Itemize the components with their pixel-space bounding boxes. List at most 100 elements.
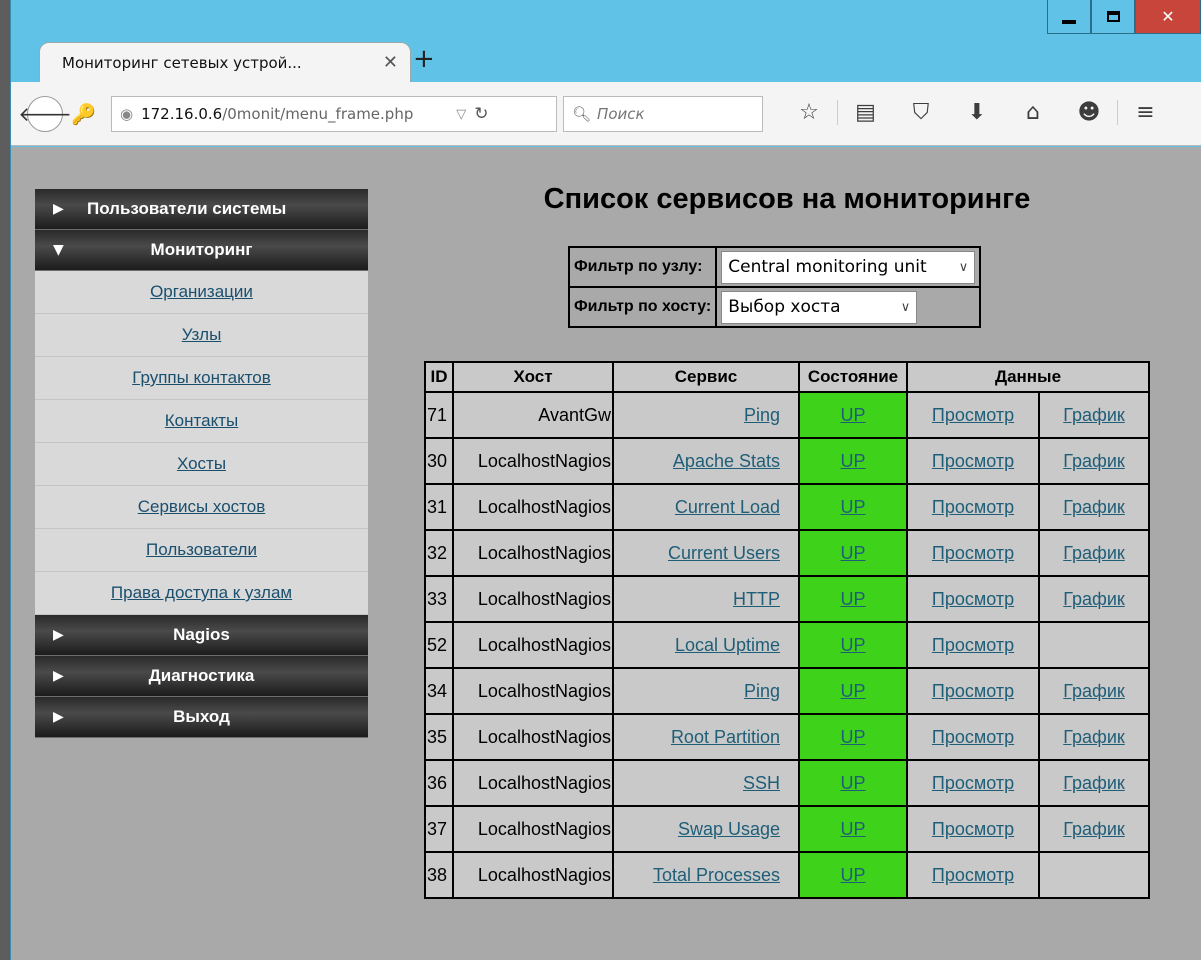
url-dropdown-icon[interactable]: ▽ [456,107,466,122]
view-link[interactable]: Просмотр [932,451,1014,471]
sidebar-section-system-users[interactable]: ▶ Пользователи системы [35,189,368,230]
cell-view: Просмотр [906,391,1040,439]
view-link[interactable]: Просмотр [932,543,1014,563]
graph-link[interactable]: График [1063,589,1125,609]
sidebar-link[interactable]: Сервисы хостов [138,497,266,517]
view-link[interactable]: Просмотр [932,727,1014,747]
state-link[interactable]: UP [840,451,865,471]
view-link[interactable]: Просмотр [932,865,1014,885]
state-link[interactable]: UP [840,589,865,609]
host-filter-select[interactable]: Выбор хоста ∨ [721,290,918,324]
service-link[interactable]: HTTP [733,589,780,609]
graph-link[interactable]: График [1063,497,1125,517]
sidebar-link[interactable]: Группы контактов [132,368,271,388]
service-link[interactable]: Current Load [675,497,780,517]
state-link[interactable]: UP [840,405,865,425]
sidebar-section-nagios[interactable]: ▶ Nagios [35,615,368,656]
service-link[interactable]: Apache Stats [673,451,780,471]
service-link[interactable]: Local Uptime [675,635,780,655]
node-filter-select[interactable]: Central monitoring unit ∨ [721,250,976,284]
view-link[interactable]: Просмотр [932,635,1014,655]
cell-state: UP [798,575,908,623]
star-icon[interactable]: ☆ [781,100,837,125]
service-link[interactable]: Ping [744,681,780,701]
service-link[interactable]: SSH [743,773,780,793]
close-icon: ✕ [1161,7,1175,26]
graph-link[interactable]: График [1063,773,1125,793]
menu-icon[interactable]: ≡ [1117,100,1173,125]
state-link[interactable]: UP [840,727,865,747]
state-link[interactable]: UP [840,497,865,517]
cell-service: SSH [612,759,800,807]
reload-icon[interactable]: ↻ [474,104,488,124]
sidebar-section-label: Выход [173,707,230,726]
sidebar-link[interactable]: Контакты [165,411,238,431]
sidebar-link[interactable]: Права доступа к узлам [111,583,292,603]
table-header-row: ID Хост Сервис Состояние Данные [424,361,1150,393]
reader-icon[interactable]: ▤ [837,100,893,125]
maximize-button[interactable] [1091,0,1135,34]
state-link[interactable]: UP [840,543,865,563]
cell-host: LocalhostNagios [452,529,614,577]
pocket-icon[interactable]: ⛉ [893,100,949,125]
cell-id: 52 [424,621,454,669]
view-link[interactable]: Просмотр [932,819,1014,839]
search-input[interactable] [597,105,748,123]
collapsed-triangle-icon: ▶ [53,201,64,217]
service-link[interactable]: Ping [744,405,780,425]
cell-view: Просмотр [906,437,1040,485]
back-arrow-icon: 🡐 [18,102,72,126]
home-icon[interactable]: ⌂ [1005,100,1061,125]
sidebar-section-label: Диагностика [148,666,255,685]
sidebar-section-monitoring[interactable]: ▼ Мониторинг [35,230,368,271]
tab-monitoring[interactable]: Мониторинг сетевых устрой... ✕ [39,42,411,82]
view-link[interactable]: Просмотр [932,497,1014,517]
view-link[interactable]: Просмотр [932,589,1014,609]
search-bar[interactable]: 🔍︎ [563,96,763,132]
node-filter-label: Фильтр по узлу: [567,246,718,288]
new-tab-button[interactable]: + [413,44,435,74]
chevron-down-icon: ∨ [900,299,911,315]
sidebar-link[interactable]: Пользователи [146,540,257,560]
service-link[interactable]: Total Processes [653,865,780,885]
state-link[interactable]: UP [840,819,865,839]
url-bar[interactable]: ◉ 172.16.0.6 /0monit/menu_frame.php ▽ ↻ [111,96,557,132]
service-link[interactable]: Current Users [668,543,780,563]
graph-link[interactable]: График [1063,543,1125,563]
view-link[interactable]: Просмотр [932,681,1014,701]
minimize-button[interactable] [1047,0,1091,34]
sidebar-section-logout[interactable]: ▶ Выход [35,697,368,738]
service-link[interactable]: Root Partition [671,727,780,747]
download-icon[interactable]: ⬇ [949,100,1005,125]
back-button[interactable]: 🡐 [18,96,72,132]
sidebar-section-label: Мониторинг [150,240,253,259]
cell-state: UP [798,759,908,807]
sidebar-link[interactable]: Организации [150,282,253,302]
view-link[interactable]: Просмотр [932,773,1014,793]
url-host: 172.16.0.6 [141,105,223,123]
state-link[interactable]: UP [840,681,865,701]
sidebar-link[interactable]: Хосты [177,454,226,474]
state-link[interactable]: UP [840,635,865,655]
cell-graph [1038,621,1150,669]
key-icon[interactable]: 🔑 [71,102,96,126]
chat-icon[interactable]: ☻ [1061,100,1117,125]
close-window-button[interactable]: ✕ [1135,0,1201,34]
graph-link[interactable]: График [1063,451,1125,471]
graph-link[interactable]: График [1063,405,1125,425]
cell-state: UP [798,667,908,715]
tab-close-icon[interactable]: ✕ [383,52,398,73]
state-link[interactable]: UP [840,773,865,793]
graph-link[interactable]: График [1063,727,1125,747]
graph-link[interactable]: График [1063,819,1125,839]
cell-view: Просмотр [906,667,1040,715]
service-link[interactable]: Swap Usage [678,819,780,839]
graph-link[interactable]: График [1063,681,1125,701]
column-header-state: Состояние [798,361,908,393]
sidebar-link[interactable]: Узлы [182,325,222,345]
state-link[interactable]: UP [840,865,865,885]
filter-panel: Фильтр по узлу: Central monitoring unit … [567,246,982,328]
sidebar-section-diagnostics[interactable]: ▶ Диагностика [35,656,368,697]
view-link[interactable]: Просмотр [932,405,1014,425]
tab-title: Мониторинг сетевых устрой... [62,53,302,72]
